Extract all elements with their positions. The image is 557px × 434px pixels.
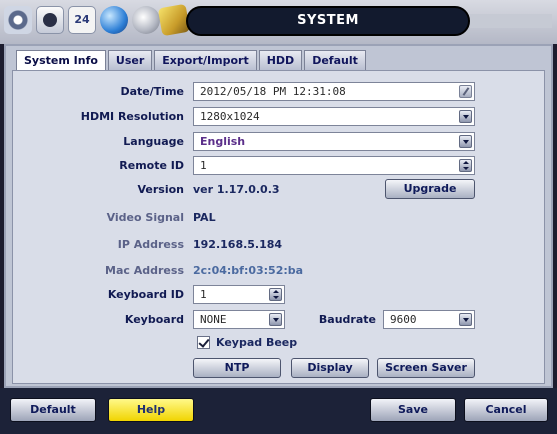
- datetime-field[interactable]: 2012/05/18 PM 12:31:08: [193, 82, 475, 101]
- ip-address-label: IP Address: [117, 238, 184, 251]
- ip-address-value: 192.168.5.184: [193, 238, 283, 251]
- page-title: SYSTEM: [186, 6, 470, 36]
- keyboard-label: Keyboard: [124, 313, 184, 326]
- keyboard-select[interactable]: NONE: [193, 310, 285, 329]
- device-icon[interactable]: [132, 6, 160, 34]
- system-info-content: Date/Time 2012/05/18 PM 12:31:08 HDMI Re…: [12, 70, 545, 384]
- keypad-beep-checkbox[interactable]: [197, 336, 210, 349]
- tab-hdd[interactable]: HDD: [258, 50, 303, 70]
- schedule-icon[interactable]: 24: [68, 6, 96, 34]
- title-bar-extension: [470, 14, 552, 28]
- hdmi-resolution-select[interactable]: 1280x1024: [193, 107, 475, 126]
- language-label: Language: [123, 135, 184, 148]
- cancel-button[interactable]: Cancel: [464, 398, 548, 422]
- hdmi-resolution-value: 1280x1024: [200, 110, 260, 123]
- spinner-arrows-icon[interactable]: [269, 288, 282, 301]
- datetime-label: Date/Time: [120, 85, 185, 98]
- chevron-down-icon[interactable]: [459, 313, 472, 326]
- datetime-value: 2012/05/18 PM 12:31:08: [200, 85, 346, 98]
- screen-saver-button[interactable]: Screen Saver: [377, 358, 475, 378]
- chevron-down-icon[interactable]: [459, 110, 472, 123]
- edit-icon[interactable]: [459, 85, 472, 98]
- language-value: English: [200, 135, 246, 148]
- version-value: ver 1.17.0.0.3: [193, 183, 280, 196]
- keyboard-id-value: 1: [200, 288, 207, 301]
- hdmi-resolution-label: HDMI Resolution: [80, 110, 184, 123]
- version-label: Version: [137, 183, 184, 196]
- keypad-beep-label: Keypad Beep: [216, 336, 298, 349]
- default-button[interactable]: Default: [10, 398, 96, 422]
- keyboard-id-label: Keyboard ID: [107, 288, 184, 301]
- save-button[interactable]: Save: [370, 398, 456, 422]
- baudrate-value: 9600: [390, 313, 417, 326]
- chevron-down-icon[interactable]: [269, 313, 282, 326]
- network-icon[interactable]: [100, 6, 128, 34]
- remote-id-stepper[interactable]: 1: [193, 156, 475, 175]
- tab-export-import[interactable]: Export/Import: [154, 50, 257, 70]
- keyboard-id-stepper[interactable]: 1: [193, 285, 285, 304]
- bottom-action-bar: Default Help Save Cancel: [0, 388, 557, 434]
- tab-system-info[interactable]: System Info: [16, 50, 106, 70]
- system-panel: System Info User Export/Import HDD Defau…: [4, 44, 553, 388]
- chevron-down-icon[interactable]: [459, 135, 472, 148]
- tab-user[interactable]: User: [107, 50, 153, 70]
- language-select[interactable]: English: [193, 132, 475, 151]
- tab-bar: System Info User Export/Import HDD Defau…: [16, 50, 368, 70]
- baudrate-select[interactable]: 9600: [383, 310, 475, 329]
- help-button[interactable]: Help: [108, 398, 194, 422]
- top-menu-bar: 24 SYSTEM: [0, 0, 557, 44]
- tab-default[interactable]: Default: [304, 50, 366, 70]
- ntp-button[interactable]: NTP: [193, 358, 281, 378]
- spinner-arrows-icon[interactable]: [459, 159, 472, 172]
- video-signal-label: Video Signal: [106, 211, 184, 224]
- video-signal-value: PAL: [193, 211, 216, 224]
- mac-address-label: Mac Address: [105, 264, 184, 277]
- remote-id-value: 1: [200, 159, 207, 172]
- mac-address-value: 2c:04:bf:03:52:ba: [193, 264, 304, 277]
- keyboard-value: NONE: [200, 313, 227, 326]
- record-icon[interactable]: [36, 6, 64, 34]
- remote-id-label: Remote ID: [119, 159, 184, 172]
- display-button[interactable]: Display: [291, 358, 369, 378]
- baudrate-label: Baudrate: [318, 313, 376, 326]
- settings-icon[interactable]: [4, 6, 32, 34]
- schedule-icon-text: 24: [74, 13, 90, 26]
- upgrade-button[interactable]: Upgrade: [385, 179, 475, 199]
